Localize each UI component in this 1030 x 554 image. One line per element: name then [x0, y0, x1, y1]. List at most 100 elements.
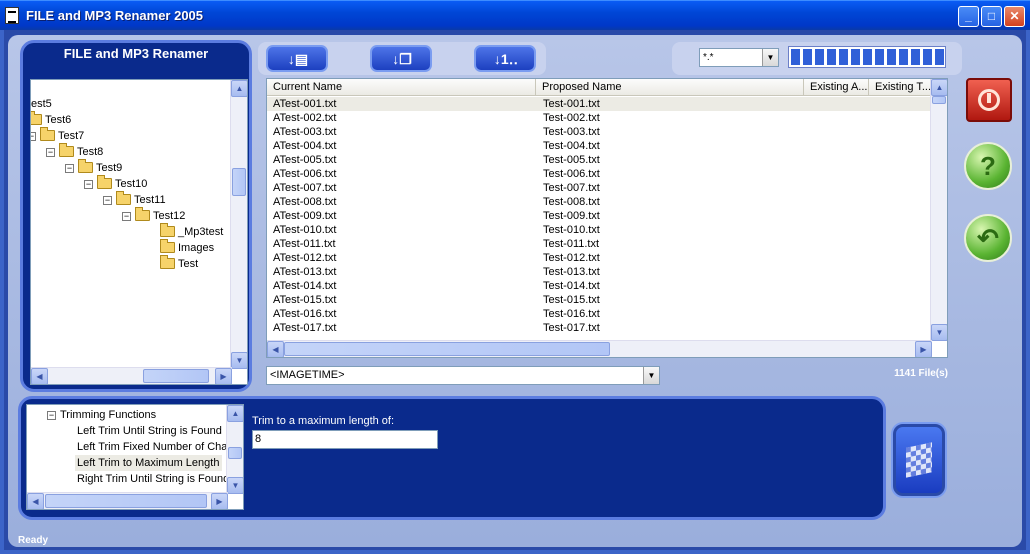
sort-copy-button[interactable]: ↓❐	[370, 45, 432, 72]
scroll-up-button[interactable]: ▲	[227, 405, 243, 422]
folder-tree[interactable]: est5Test6−Test7−Test8−Test9−Test10−Test1…	[30, 79, 248, 385]
chevron-down-icon[interactable]: ▼	[762, 49, 778, 66]
collapse-icon[interactable]: −	[46, 148, 55, 157]
minimize-button[interactable]: _	[958, 6, 979, 27]
function-tree[interactable]: − Trimming Functions Left Trim Until Stri…	[26, 404, 244, 510]
collapse-icon[interactable]: −	[122, 212, 131, 221]
progress-segment	[875, 49, 884, 65]
table-row[interactable]: ATest-010.txt Test-010.txt	[267, 223, 932, 237]
scroll-thumb[interactable]	[228, 447, 242, 459]
table-row[interactable]: ATest-015.txt Test-015.txt	[267, 293, 932, 307]
close-button[interactable]: ✕	[1004, 6, 1025, 27]
tree-item[interactable]: Images	[160, 239, 214, 256]
progress-segment	[815, 49, 824, 65]
list-vscroll[interactable]: ▲ ▼	[930, 79, 947, 341]
column-proposed-name[interactable]: Proposed Name	[536, 79, 804, 96]
scroll-thumb[interactable]	[232, 168, 246, 196]
table-row[interactable]: ATest-014.txt Test-014.txt	[267, 279, 932, 293]
tree-item[interactable]: est5	[31, 96, 52, 112]
tree-vscroll[interactable]: ▲ ▼	[230, 80, 247, 369]
folder-icon	[59, 143, 74, 157]
tree-item[interactable]: _Mp3test	[160, 223, 223, 240]
column-existing-t[interactable]: Existing T...	[869, 79, 932, 96]
scroll-up-button[interactable]: ▲	[931, 79, 947, 96]
table-row[interactable]: ATest-012.txt Test-012.txt	[267, 251, 932, 265]
scroll-down-button[interactable]: ▼	[231, 352, 247, 369]
collapse-icon[interactable]: −	[47, 411, 56, 420]
scroll-right-button[interactable]: ▶	[215, 368, 232, 384]
collapse-icon[interactable]: −	[103, 196, 112, 205]
collapse-icon[interactable]: −	[84, 180, 93, 189]
current-name-cell: ATest-005.txt	[273, 154, 337, 166]
current-name-cell: ATest-012.txt	[273, 252, 337, 264]
scroll-thumb[interactable]	[284, 342, 610, 356]
collapse-icon[interactable]: −	[31, 132, 36, 141]
tree-item-label: est5	[31, 98, 52, 110]
table-row[interactable]: ATest-006.txt Test-006.txt	[267, 167, 932, 181]
chevron-down-icon[interactable]: ▼	[643, 367, 659, 384]
scroll-left-button[interactable]: ◀	[27, 493, 44, 509]
rule-select[interactable]: <IMAGETIME> ▼	[266, 366, 660, 385]
scroll-right-button[interactable]: ▶	[915, 341, 932, 357]
column-existing-a[interactable]: Existing A...	[804, 79, 869, 96]
tree-item[interactable]: − Test12	[122, 207, 185, 224]
tree-item[interactable]: − Test9	[65, 159, 122, 176]
file-list[interactable]: Current Name Proposed Name Existing A...…	[266, 78, 948, 358]
table-row[interactable]: ATest-011.txt Test-011.txt	[267, 237, 932, 251]
table-row[interactable]: ATest-017.txt Test-017.txt	[267, 321, 932, 335]
tree-item[interactable]: − Test11	[103, 191, 166, 208]
file-filter-select[interactable]: *.* ▼	[699, 48, 779, 67]
group-label: Trimming Functions	[60, 409, 157, 421]
help-button[interactable]: ?	[964, 142, 1012, 190]
table-row[interactable]: ATest-016.txt Test-016.txt	[267, 307, 932, 321]
table-row[interactable]: ATest-002.txt Test-002.txt	[267, 111, 932, 125]
function-hscroll[interactable]: ◀ ▶	[27, 492, 228, 509]
function-item[interactable]: Left Trim Fixed Number of Chara	[75, 439, 240, 455]
proposed-name-cell: Test-008.txt	[543, 196, 600, 208]
table-row[interactable]: ATest-007.txt Test-007.txt	[267, 181, 932, 195]
column-current-name[interactable]: Current Name	[267, 79, 536, 96]
rename-go-button[interactable]	[893, 424, 945, 496]
list-hscroll[interactable]: ◀ ▶	[267, 340, 932, 357]
scroll-up-button[interactable]: ▲	[231, 80, 247, 97]
function-item[interactable]: Left Trim Until String is Found	[75, 423, 225, 439]
progress-segment	[911, 49, 920, 65]
function-item[interactable]: Left Trim to Maximum Length	[75, 455, 223, 471]
table-row[interactable]: ATest-004.txt Test-004.txt	[267, 139, 932, 153]
maximize-button[interactable]: □	[981, 6, 1002, 27]
scroll-thumb[interactable]	[143, 369, 209, 383]
current-name-cell: ATest-013.txt	[273, 266, 337, 278]
tree-item[interactable]: Test	[160, 255, 198, 272]
scroll-thumb[interactable]	[45, 494, 207, 508]
scroll-thumb[interactable]	[932, 96, 946, 104]
trim-length-input[interactable]: 8	[252, 430, 438, 449]
scroll-right-button[interactable]: ▶	[211, 493, 228, 509]
scroll-down-button[interactable]: ▼	[931, 324, 947, 341]
tree-group[interactable]: − Trimming Functions	[47, 407, 156, 423]
table-row[interactable]: ATest-005.txt Test-005.txt	[267, 153, 932, 167]
scroll-down-button[interactable]: ▼	[227, 477, 243, 494]
folder-icon	[160, 223, 175, 237]
table-row[interactable]: ATest-013.txt Test-013.txt	[267, 265, 932, 279]
tree-item[interactable]: Test6	[31, 111, 71, 128]
stop-button[interactable]	[966, 78, 1012, 122]
table-row[interactable]: ATest-009.txt Test-009.txt	[267, 209, 932, 223]
table-row[interactable]: ATest-001.txt Test-001.txt	[267, 97, 932, 111]
function-item[interactable]: Right Trim Until String is Found	[75, 471, 232, 487]
current-name-cell: ATest-001.txt	[273, 98, 337, 110]
undo-button[interactable]: ↶	[964, 214, 1012, 262]
sort-number-button[interactable]: ↓1‥	[474, 45, 536, 72]
collapse-icon[interactable]: −	[65, 164, 74, 173]
tree-item[interactable]: − Test8	[46, 143, 103, 160]
progress-segment	[839, 49, 848, 65]
sort-down-button[interactable]: ↓▤	[266, 45, 328, 72]
scroll-left-button[interactable]: ◀	[31, 368, 48, 384]
scroll-left-button[interactable]: ◀	[267, 341, 284, 357]
table-row[interactable]: ATest-008.txt Test-008.txt	[267, 195, 932, 209]
tree-item[interactable]: − Test10	[84, 175, 147, 192]
current-name-cell: ATest-014.txt	[273, 280, 337, 292]
tree-hscroll[interactable]: ◀ ▶	[31, 367, 232, 384]
function-vscroll[interactable]: ▲ ▼	[226, 405, 243, 494]
tree-item[interactable]: − Test7	[31, 127, 84, 144]
table-row[interactable]: ATest-003.txt Test-003.txt	[267, 125, 932, 139]
